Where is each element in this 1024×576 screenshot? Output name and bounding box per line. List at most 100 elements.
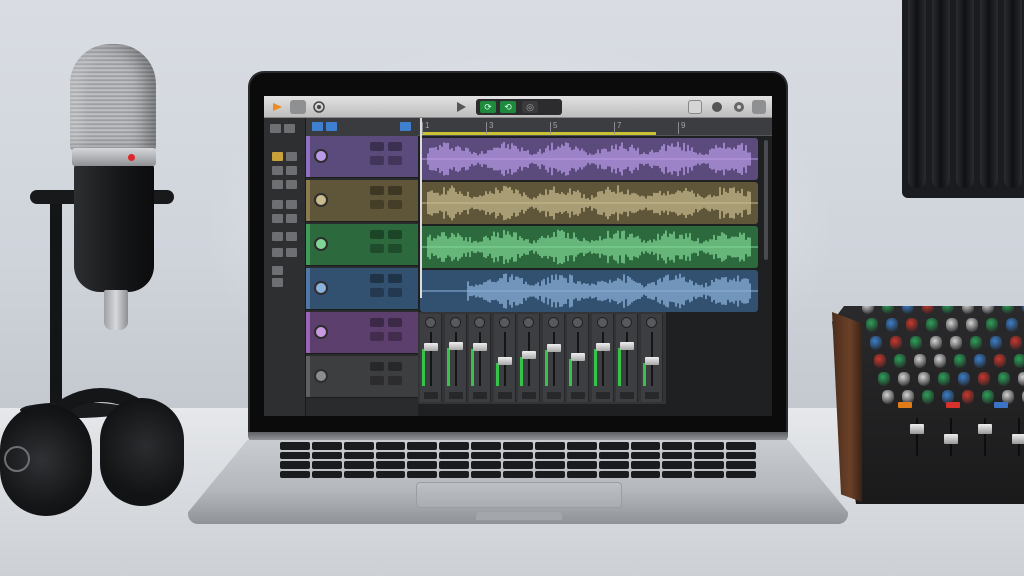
audio-region[interactable] (420, 182, 758, 224)
smart-controls-icon[interactable] (312, 100, 326, 114)
library-item-icon[interactable] (272, 232, 283, 241)
volume-fader[interactable] (497, 357, 512, 365)
record-enable-button[interactable] (370, 156, 384, 165)
mute-button[interactable] (571, 392, 585, 399)
metronome-icon[interactable]: ⟲ (500, 101, 516, 113)
mute-button[interactable] (546, 392, 561, 399)
library-item-icon[interactable] (272, 200, 283, 209)
inspector-icon[interactable] (290, 100, 306, 114)
library-icon[interactable] (270, 100, 284, 114)
playhead[interactable] (420, 118, 422, 298)
timeline-ruler[interactable]: 1 3 5 7 9 (418, 118, 772, 136)
library-item-icon[interactable] (284, 124, 295, 133)
volume-fader[interactable] (620, 342, 634, 350)
audio-region[interactable] (420, 270, 758, 312)
library-item-icon[interactable] (272, 248, 283, 257)
pan-knob[interactable] (425, 317, 436, 328)
play-icon[interactable] (454, 100, 468, 114)
volume-fader[interactable] (571, 353, 585, 361)
add-track-icon[interactable] (312, 122, 323, 131)
volume-fader[interactable] (522, 351, 536, 359)
solo-button[interactable] (388, 186, 402, 195)
library-item-icon[interactable] (286, 248, 297, 257)
library-item-icon[interactable] (286, 200, 297, 209)
volume-fader[interactable] (473, 343, 487, 351)
input-monitor-button[interactable] (388, 376, 402, 385)
volume-fader[interactable] (546, 344, 561, 352)
catch-icon[interactable] (400, 122, 411, 131)
solo-button[interactable] (388, 318, 402, 327)
vertical-scrollbar[interactable] (764, 140, 768, 260)
mute-button[interactable] (370, 274, 384, 283)
mute-button[interactable] (370, 362, 384, 371)
mute-button[interactable] (448, 392, 463, 399)
pan-knob[interactable] (621, 317, 632, 328)
library-item-icon[interactable] (286, 152, 297, 161)
solo-button[interactable] (388, 142, 402, 151)
track-header[interactable] (306, 312, 418, 354)
track-header[interactable] (306, 356, 418, 398)
mute-button[interactable] (595, 392, 610, 399)
volume-fader[interactable] (424, 343, 438, 351)
library-item-icon[interactable] (272, 266, 283, 275)
library-item-icon[interactable] (270, 124, 281, 133)
library-item-icon[interactable] (272, 180, 283, 189)
mute-button[interactable] (473, 392, 487, 399)
count-in-icon[interactable]: ◎ (522, 101, 538, 113)
pan-knob[interactable] (449, 317, 461, 328)
input-monitor-button[interactable] (388, 332, 402, 341)
volume-fader[interactable] (448, 342, 463, 350)
browser-icon[interactable] (732, 100, 746, 114)
audio-region[interactable] (420, 138, 758, 180)
track-header[interactable] (306, 224, 418, 266)
speaker-icon[interactable] (272, 278, 283, 287)
volume-fader[interactable] (595, 343, 610, 351)
audio-region[interactable] (420, 226, 758, 268)
cycle-region-bar[interactable] (420, 132, 656, 135)
mute-button[interactable] (370, 142, 384, 151)
library-item-icon[interactable] (272, 214, 283, 223)
record-enable-button[interactable] (370, 376, 384, 385)
library-item-icon[interactable] (272, 166, 283, 175)
pan-knob[interactable] (474, 317, 485, 328)
editors-icon[interactable] (752, 100, 766, 114)
notepad-icon[interactable] (688, 100, 702, 114)
track-header[interactable] (306, 180, 418, 222)
library-item-icon[interactable] (286, 232, 297, 241)
record-enable-button[interactable] (370, 332, 384, 341)
library-item-icon[interactable] (286, 166, 297, 175)
mute-button[interactable] (497, 392, 512, 399)
mute-button[interactable] (620, 392, 634, 399)
mute-button[interactable] (644, 392, 659, 399)
input-monitor-button[interactable] (388, 156, 402, 165)
solo-button[interactable] (388, 274, 402, 283)
solo-button[interactable] (388, 230, 402, 239)
mute-button[interactable] (370, 318, 384, 327)
record-enable-button[interactable] (370, 288, 384, 297)
input-monitor-button[interactable] (388, 288, 402, 297)
solo-button[interactable] (388, 362, 402, 371)
cycle-icon[interactable]: ⟳ (480, 101, 496, 113)
pan-knob[interactable] (523, 317, 534, 328)
library-item-icon[interactable] (272, 152, 283, 161)
mute-button[interactable] (370, 230, 384, 239)
library-item-icon[interactable] (286, 214, 297, 223)
record-enable-button[interactable] (370, 200, 384, 209)
track-header[interactable] (306, 136, 418, 178)
track-header[interactable] (306, 268, 418, 310)
input-monitor-button[interactable] (388, 244, 402, 253)
filter-icon[interactable] (326, 122, 337, 131)
loops-icon[interactable] (710, 100, 724, 114)
mute-button[interactable] (522, 392, 536, 399)
pan-knob[interactable] (498, 317, 510, 328)
pan-knob[interactable] (596, 317, 608, 328)
volume-fader[interactable] (644, 357, 659, 365)
pan-knob[interactable] (645, 317, 657, 328)
pan-knob[interactable] (547, 317, 559, 328)
mute-button[interactable] (424, 392, 438, 399)
library-item-icon[interactable] (286, 180, 297, 189)
mute-button[interactable] (370, 186, 384, 195)
input-monitor-button[interactable] (388, 200, 402, 209)
record-enable-button[interactable] (370, 244, 384, 253)
pan-knob[interactable] (572, 317, 583, 328)
